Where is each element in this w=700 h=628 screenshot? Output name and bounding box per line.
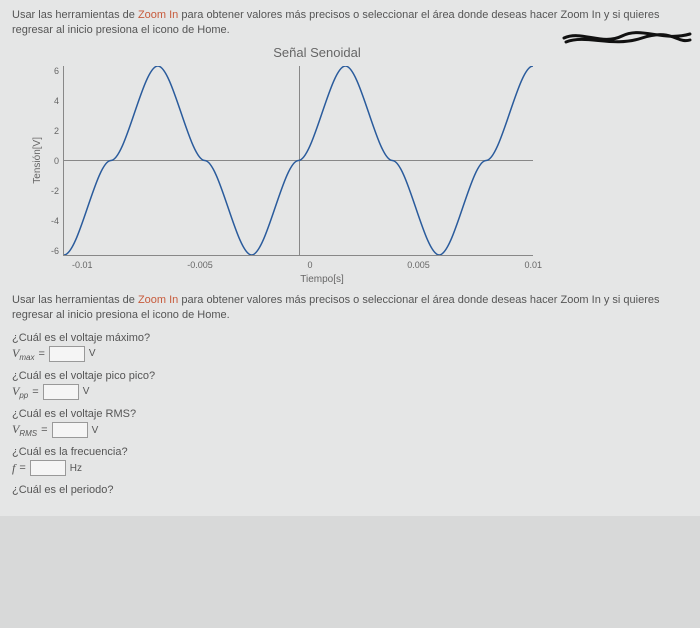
question-vpp: ¿Cuál es el voltaje pico pico? Vpp = V	[12, 370, 688, 400]
chart-container: Señal Senoidal Tensión[V] 6 4 2 0 -2 -4 …	[32, 45, 572, 285]
y-axis-label: Tensión[V]	[32, 137, 43, 184]
vmax-input[interactable]	[49, 346, 85, 362]
x-axis-label: Tiempo[s]	[72, 274, 572, 285]
freq-input[interactable]	[30, 460, 66, 476]
chart-title: Señal Senoidal	[62, 45, 572, 60]
vpp-input[interactable]	[43, 384, 79, 400]
question-vrms: ¿Cuál es el voltaje RMS? VRMS = V	[12, 408, 688, 438]
vrms-input[interactable]	[52, 422, 88, 438]
y-ticks: 6 4 2 0 -2 -4 -6	[47, 66, 63, 256]
question-vmax: ¿Cuál es el voltaje máximo? Vmax = V	[12, 332, 688, 362]
question-period: ¿Cuál es el periodo?	[12, 484, 688, 496]
sine-curve	[64, 66, 533, 255]
redaction-scribble	[562, 28, 692, 48]
instructions-bottom: Usar las herramientas de Zoom In para ob…	[12, 293, 688, 324]
plot-area[interactable]	[63, 66, 533, 256]
x-ticks: -0.01 -0.005 0 0.005 0.01	[72, 260, 542, 270]
zoom-in-link[interactable]: Zoom In	[138, 9, 178, 21]
zoom-in-link-2[interactable]: Zoom In	[138, 294, 178, 306]
question-freq: ¿Cuál es la frecuencia? f = Hz	[12, 446, 688, 476]
